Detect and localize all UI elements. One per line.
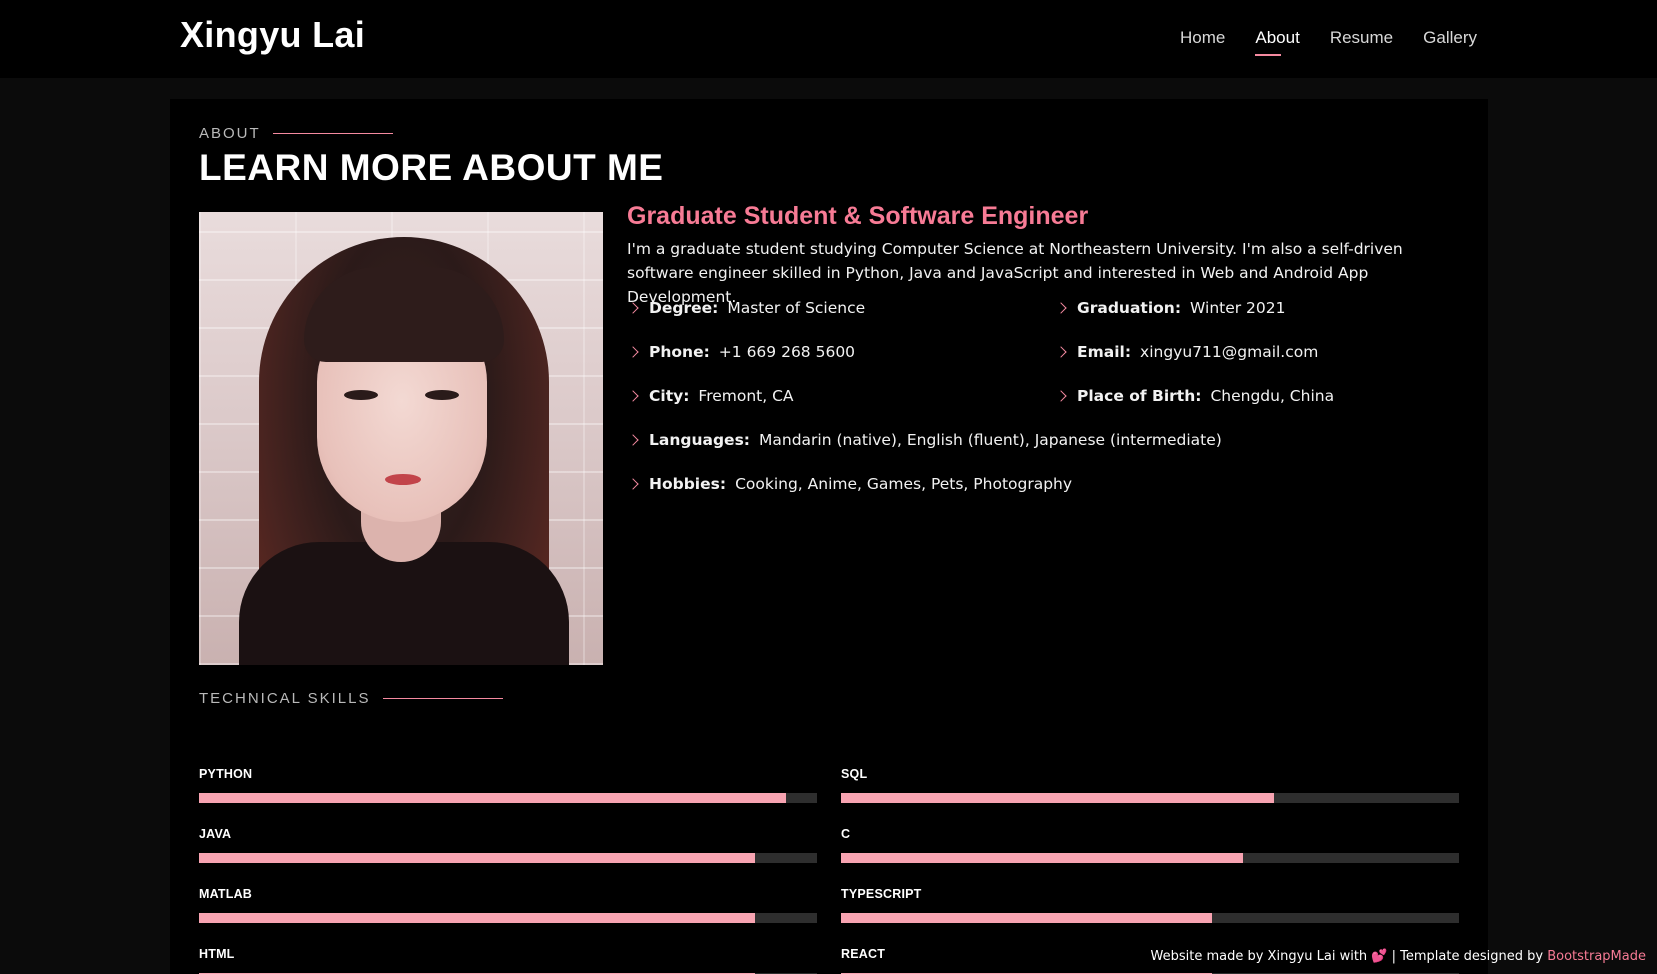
fact-value: Fremont, CA	[698, 387, 794, 405]
skill-progress-bar	[841, 913, 1459, 923]
fact-label: Hobbies:	[649, 475, 727, 493]
skill-progress-fill	[841, 853, 1243, 863]
info-heading: Graduate Student & Software Engineer	[627, 202, 1089, 230]
footer-text-middle: | Template designed by	[1391, 949, 1544, 964]
fact-label: Email:	[1077, 343, 1132, 361]
skill-name: HTML	[199, 947, 235, 961]
site-logo[interactable]: Xingyu Lai	[180, 14, 365, 56]
about-section: ABOUT LEARN MORE ABOUT ME Graduate Stude…	[170, 99, 1488, 974]
skill-progress-fill	[199, 793, 787, 803]
skill-progress-fill	[841, 793, 1274, 803]
skills-subtitle-text: TECHNICAL SKILLS	[199, 690, 371, 707]
about-title: LEARN MORE ABOUT ME	[199, 147, 664, 188]
photo-right-eye	[425, 390, 459, 400]
photo-lips	[385, 474, 421, 485]
chevron-right-icon	[1055, 302, 1067, 314]
photo-bangs	[304, 267, 504, 362]
fact-value: +1 669 268 5600	[718, 343, 856, 361]
skill-progress-fill	[841, 913, 1212, 923]
chevron-right-icon	[627, 478, 639, 490]
fact-value: Mandarin (native), English (fluent), Jap…	[759, 431, 1222, 449]
skill-progress-fill	[199, 853, 756, 863]
fact-label: Phone:	[649, 343, 710, 361]
fact-value: Chengdu, China	[1210, 387, 1335, 405]
skill-name: TYPESCRIPT	[841, 887, 922, 901]
skill-sql: SQL	[841, 767, 1459, 803]
subtitle-divider	[272, 133, 393, 134]
chevron-right-icon	[1055, 390, 1067, 402]
skill-name: MATLAB	[199, 887, 253, 901]
footer-text: Website made by Xingyu Lai with	[1150, 949, 1368, 964]
fact-value: Master of Science	[727, 299, 866, 317]
fact-phone: Phone: +1 669 268 5600	[627, 343, 855, 361]
fact-value: Winter 2021	[1190, 299, 1286, 317]
skill-progress-fill	[199, 913, 756, 923]
chevron-right-icon	[627, 302, 639, 314]
fact-value[interactable]: xingyu711@gmail.com	[1140, 343, 1318, 361]
skills-subtitle: TECHNICAL SKILLS	[199, 690, 503, 707]
nav-item-gallery[interactable]: Gallery	[1423, 28, 1477, 56]
skill-html: HTML	[199, 947, 817, 974]
heart-icon: 💕	[1371, 949, 1388, 964]
about-subtitle: ABOUT	[199, 125, 393, 142]
fact-label: Place of Birth:	[1077, 387, 1202, 405]
nav-item-resume[interactable]: Resume	[1330, 28, 1393, 56]
fact-place-of-birth: Place of Birth: Chengdu, China	[1055, 387, 1334, 405]
fact-label: Languages:	[649, 431, 750, 449]
skill-name: SQL	[841, 767, 868, 781]
profile-photo	[199, 212, 603, 665]
skill-progress-bar	[199, 853, 817, 863]
fact-email: Email: xingyu711@gmail.com	[1055, 343, 1318, 361]
fact-graduation: Graduation: Winter 2021	[1055, 299, 1286, 317]
fact-degree: Degree: Master of Science	[627, 299, 865, 317]
photo-left-eye	[344, 390, 378, 400]
fact-value: Cooking, Anime, Games, Pets, Photography	[735, 475, 1073, 493]
skill-progress-bar	[199, 793, 817, 803]
nav-item-home[interactable]: Home	[1180, 28, 1225, 56]
skill-matlab: MATLAB	[199, 887, 817, 923]
skill-java: JAVA	[199, 827, 817, 863]
chevron-right-icon	[627, 346, 639, 358]
chevron-right-icon	[627, 390, 639, 402]
chevron-right-icon	[627, 434, 639, 446]
fact-city: City: Fremont, CA	[627, 387, 794, 405]
bootstrapmade-link[interactable]: BootstrapMade	[1547, 949, 1646, 964]
about-subtitle-text: ABOUT	[199, 125, 261, 142]
footer-credit: Website made by Xingyu Lai with 💕 | Temp…	[1151, 949, 1646, 964]
skill-python: PYTHON	[199, 767, 817, 803]
main-nav: Home About Resume Gallery	[1180, 28, 1477, 56]
fact-hobbies: Hobbies: Cooking, Anime, Games, Pets, Ph…	[627, 475, 1072, 493]
skill-progress-bar	[199, 913, 817, 923]
fact-label: Degree:	[649, 299, 719, 317]
chevron-right-icon	[1055, 346, 1067, 358]
fact-label: City:	[649, 387, 690, 405]
page: Xingyu Lai Home About Resume Gallery ABO…	[0, 0, 1657, 974]
skill-c: C	[841, 827, 1459, 863]
fact-label: Graduation:	[1077, 299, 1182, 317]
subtitle-divider	[382, 698, 503, 699]
skill-name: JAVA	[199, 827, 232, 841]
skill-progress-bar	[841, 793, 1459, 803]
fact-languages: Languages: Mandarin (native), English (f…	[627, 431, 1222, 449]
skill-typescript: TYPESCRIPT	[841, 887, 1459, 923]
skill-name: PYTHON	[199, 767, 253, 781]
skill-name: C	[841, 827, 851, 841]
skill-progress-bar	[841, 853, 1459, 863]
site-header: Xingyu Lai Home About Resume Gallery	[0, 0, 1657, 78]
nav-item-about[interactable]: About	[1255, 28, 1300, 56]
